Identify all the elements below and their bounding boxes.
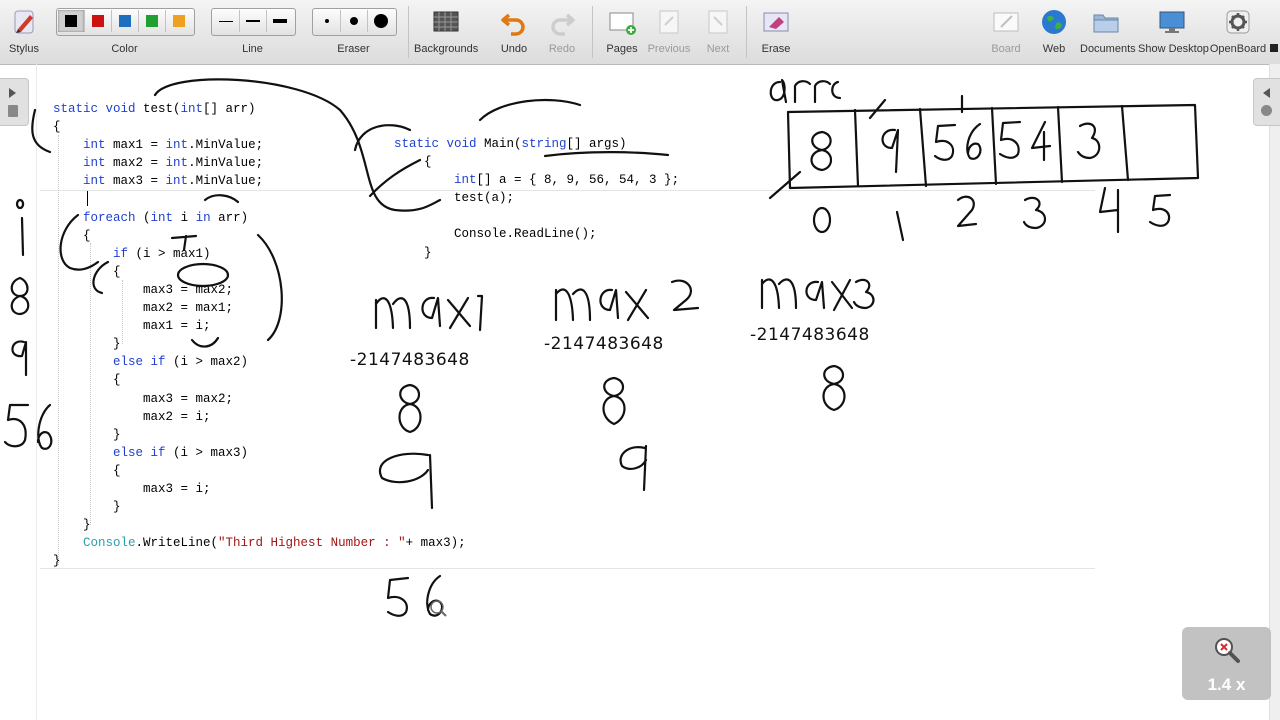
ink-stroke — [20, 216, 25, 257]
ink-stroke — [10, 276, 30, 316]
max1-heading-ink — [374, 297, 412, 330]
ink-stroke — [769, 78, 842, 104]
magnifier-icon — [1215, 638, 1240, 663]
handwriting-ink — [3, 78, 1200, 617]
index-5 — [1148, 193, 1172, 227]
ink-stroke — [36, 403, 53, 450]
ink-stroke — [256, 233, 283, 342]
index-2 — [956, 195, 978, 228]
ink-stroke — [15, 198, 25, 210]
ink-digits-54 — [998, 120, 1052, 162]
ink-digit-9 — [881, 128, 900, 174]
index-3 — [1022, 196, 1047, 230]
zoom-widget[interactable]: 1.4 x — [1182, 627, 1271, 700]
ink-digit-8 — [810, 130, 833, 172]
ink-stroke — [11, 340, 28, 377]
ink-stroke — [153, 78, 442, 212]
max1-value-9 — [378, 452, 434, 510]
ink-stroke — [478, 98, 582, 122]
ink-stroke — [59, 213, 100, 271]
ink-stroke — [543, 151, 670, 158]
zoom-level: 1.4 x — [1207, 675, 1246, 694]
ink-circle — [176, 262, 230, 288]
ink-stroke — [3, 403, 30, 448]
max2-heading-ink — [599, 279, 700, 322]
max2-value-8 — [602, 376, 626, 426]
max3-value-8 — [822, 364, 846, 412]
ink-stroke — [92, 260, 110, 295]
max3-heading-ink — [805, 278, 875, 312]
ink-stroke — [368, 158, 422, 198]
ink-stroke — [353, 124, 412, 152]
max2-value-9 — [619, 444, 648, 492]
ink-digit-3 — [1076, 122, 1101, 160]
ink-digits-56 — [933, 122, 982, 161]
ink-stroke — [203, 194, 240, 204]
max1-heading-ink — [421, 294, 484, 332]
max2-heading-ink — [554, 288, 592, 322]
index-4 — [1098, 186, 1120, 234]
array-divider — [853, 104, 1130, 188]
ink-stroke — [170, 234, 198, 252]
ink-stroke — [190, 336, 220, 348]
max3-heading-ink — [760, 278, 798, 310]
ink-stroke — [31, 108, 52, 154]
max1-value-8 — [398, 383, 422, 434]
ink-stroke — [868, 94, 964, 120]
index-0 — [812, 206, 832, 234]
ink-stroke — [768, 170, 802, 200]
pen-cursor-icon — [430, 600, 447, 617]
index-1 — [895, 210, 905, 242]
